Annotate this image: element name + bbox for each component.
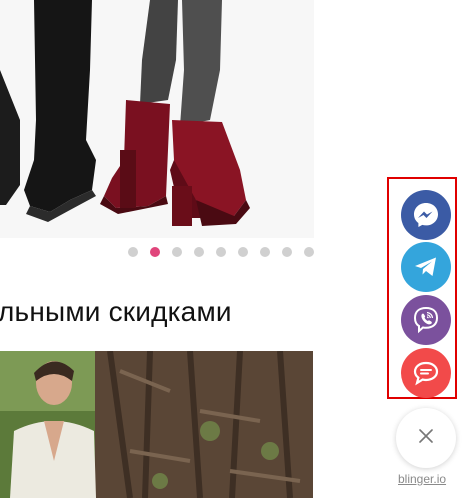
viber-icon <box>411 305 441 335</box>
model-photo <box>0 351 313 498</box>
carousel-pagination <box>128 247 314 257</box>
telegram-button[interactable] <box>401 242 451 292</box>
carousel-dot[interactable] <box>260 247 270 257</box>
chat-bubble-icon <box>412 359 440 387</box>
carousel-dot[interactable] <box>304 247 314 257</box>
carousel-dot[interactable] <box>194 247 204 257</box>
blinger-brand-link[interactable]: blinger.io <box>398 472 446 486</box>
section-heading: льными скидками <box>0 296 232 327</box>
carousel-dot[interactable] <box>172 247 182 257</box>
collection-banner-image[interactable] <box>0 351 313 498</box>
carousel-dot[interactable] <box>282 247 292 257</box>
close-widget-button[interactable] <box>396 408 456 468</box>
carousel-dot[interactable] <box>216 247 226 257</box>
live-chat-button[interactable] <box>401 348 451 398</box>
carousel-dot[interactable] <box>128 247 138 257</box>
messenger-button[interactable] <box>401 190 451 240</box>
messenger-icon <box>412 201 440 229</box>
boots-illustration <box>0 0 314 238</box>
carousel-dot[interactable] <box>238 247 248 257</box>
carousel-dot[interactable] <box>150 247 160 257</box>
product-banner-image[interactable] <box>0 0 314 238</box>
messenger-widget-panel <box>387 177 457 399</box>
viber-button[interactable] <box>401 295 451 345</box>
close-icon <box>419 428 433 448</box>
telegram-icon <box>412 253 440 281</box>
